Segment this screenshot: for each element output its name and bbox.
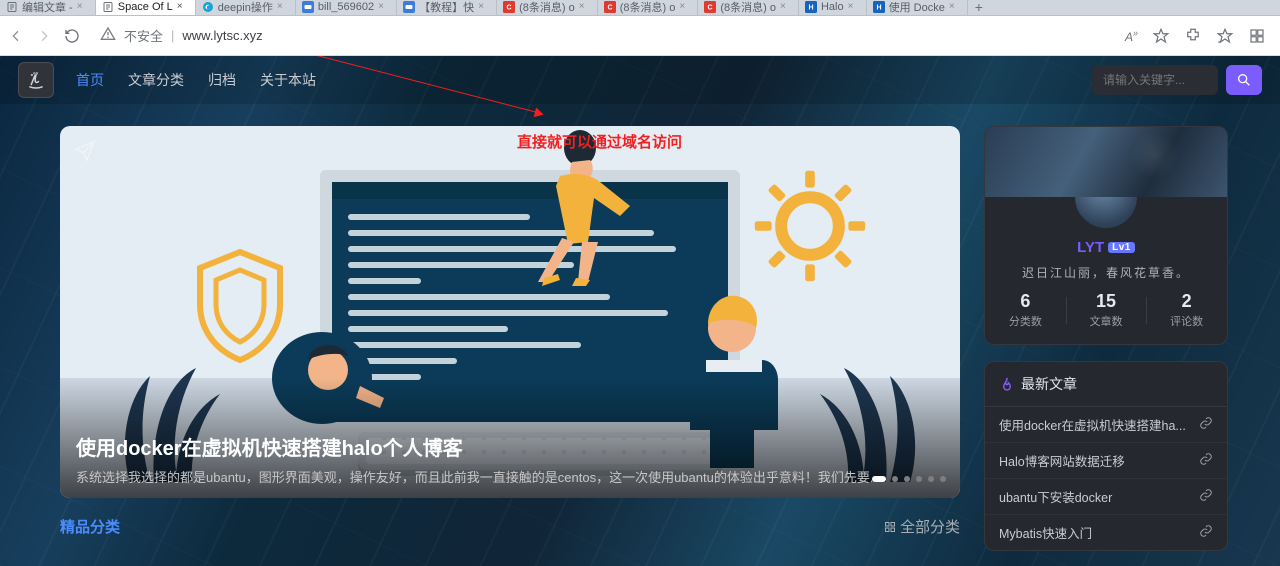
- tab-favicon: [202, 1, 214, 13]
- browser-tab[interactable]: H 使用 Docke ×: [867, 0, 968, 15]
- tab-favicon: C: [704, 1, 716, 13]
- latest-posts-title: 最新文章: [985, 362, 1227, 407]
- site-logo[interactable]: [18, 62, 54, 98]
- nav-links: 首页 文章分类 归档 关于本站: [76, 70, 316, 90]
- tab-favicon: C: [604, 1, 616, 13]
- tab-close-icon[interactable]: ×: [177, 2, 187, 12]
- browser-tab[interactable]: H Halo ×: [799, 0, 867, 15]
- svg-text:C: C: [607, 5, 612, 12]
- flame-icon: [999, 376, 1015, 392]
- tab-close-icon[interactable]: ×: [478, 2, 488, 12]
- url-box[interactable]: 不安全 | www.lytsc.xyz: [88, 22, 1117, 50]
- svg-text:H: H: [876, 5, 881, 12]
- svg-text:H: H: [808, 5, 813, 12]
- svg-text:C: C: [507, 5, 512, 12]
- extensions-icon[interactable]: [1184, 27, 1202, 45]
- tab-close-icon[interactable]: ×: [848, 2, 858, 12]
- tab-title: bill_569602: [318, 1, 374, 13]
- tab-close-icon[interactable]: ×: [378, 2, 388, 12]
- latest-posts-card: 最新文章 使用docker在虚拟机快速搭建ha...Halo博客网站数据迁移ub…: [984, 361, 1228, 551]
- tab-favicon: [6, 1, 18, 13]
- tab-title: 【教程】快: [419, 0, 474, 15]
- tab-title: (8条消息) o: [720, 0, 776, 15]
- level-badge: Lv1: [1108, 242, 1135, 253]
- profile-stat: 6分类数: [985, 291, 1066, 330]
- refresh-icon[interactable]: [64, 28, 80, 44]
- tab-favicon: H: [873, 1, 885, 13]
- search-button[interactable]: [1226, 65, 1262, 95]
- tab-favicon: H: [805, 1, 817, 13]
- profile-card: LYTLv1 迟日江山丽，春风花草香。 6分类数15文章数2评论数: [984, 126, 1228, 345]
- favorites-list-icon[interactable]: [1216, 27, 1234, 45]
- nav-link[interactable]: 归档: [208, 70, 236, 90]
- link-icon: [1199, 488, 1213, 505]
- insecure-icon: [100, 26, 116, 45]
- favorite-icon[interactable]: [1152, 27, 1170, 45]
- tab-close-icon[interactable]: ×: [780, 2, 790, 12]
- hero-title: 使用docker在虚拟机快速搭建halo个人博客: [76, 432, 944, 461]
- profile-name: LYTLv1: [985, 239, 1227, 256]
- browser-tab[interactable]: 【教程】快 ×: [397, 0, 497, 15]
- insecure-label: 不安全: [124, 26, 163, 45]
- browser-tab[interactable]: C (8条消息) o ×: [497, 0, 598, 15]
- profile-stat: 15文章数: [1066, 291, 1147, 330]
- tab-favicon: C: [503, 1, 515, 13]
- browser-tab[interactable]: bill_569602 ×: [296, 0, 397, 15]
- profile-stat: 2评论数: [1146, 291, 1227, 330]
- hero-carousel[interactable]: 使用docker在虚拟机快速搭建halo个人博客 系统选择我选择的都是ubant…: [60, 126, 960, 498]
- nav-link[interactable]: 文章分类: [128, 70, 184, 90]
- forward-icon[interactable]: [36, 28, 52, 44]
- tab-title: deepin操作: [218, 0, 273, 15]
- browser-tab[interactable]: Space Of L ×: [96, 0, 196, 15]
- link-icon: [1199, 524, 1213, 541]
- browser-tab[interactable]: deepin操作 ×: [196, 0, 296, 15]
- nav-link[interactable]: 首页: [76, 70, 104, 90]
- hero-desc: 系统选择我选择的都是ubantu，图形界面美观，操作友好，而且此前我一直接触的是…: [76, 467, 944, 486]
- profile-tagline: 迟日江山丽，春风花草香。: [985, 264, 1227, 281]
- tab-favicon: [102, 1, 114, 13]
- list-item[interactable]: Mybatis快速入门: [985, 515, 1227, 550]
- browser-tab[interactable]: C (8条消息) o×: [598, 0, 699, 15]
- tab-title: (8条消息) o: [519, 0, 575, 15]
- address-bar: 不安全 | www.lytsc.xyz A»: [0, 16, 1280, 56]
- new-tab-button[interactable]: +: [968, 0, 990, 15]
- tab-close-icon[interactable]: ×: [949, 2, 959, 12]
- tab-title: 编辑文章 -: [22, 0, 73, 15]
- browser-tab[interactable]: 编辑文章 - ×: [0, 0, 96, 15]
- featured-title: 精品分类: [60, 516, 120, 537]
- tab-close-icon[interactable]: ×: [77, 2, 87, 12]
- tab-title: (8条消息) o: [620, 0, 676, 15]
- svg-text:C: C: [708, 5, 713, 12]
- annotation-text: 直接就可以通过域名访问: [517, 131, 682, 152]
- list-item[interactable]: 使用docker在虚拟机快速搭建ha...: [985, 407, 1227, 443]
- list-item[interactable]: Halo博客网站数据迁移: [985, 443, 1227, 479]
- site-top-nav: 首页 文章分类 归档 关于本站: [0, 56, 1280, 104]
- read-aloud-icon[interactable]: A»: [1125, 28, 1138, 44]
- nav-link[interactable]: 关于本站: [260, 70, 316, 90]
- tab-title: Halo: [821, 1, 844, 13]
- featured-all-link[interactable]: 全部分类: [884, 516, 960, 537]
- link-icon: [1199, 416, 1213, 433]
- tab-title: 使用 Docke: [889, 0, 945, 15]
- search-input[interactable]: [1092, 65, 1218, 95]
- carousel-dots[interactable]: [872, 476, 946, 482]
- link-icon: [1199, 452, 1213, 469]
- profile-cover: [985, 127, 1227, 197]
- tab-close-icon[interactable]: ×: [579, 2, 589, 12]
- tab-close-icon[interactable]: ×: [277, 2, 287, 12]
- tabs-bar: 编辑文章 -×Space Of L×deepin操作×bill_569602×【…: [0, 0, 1280, 16]
- share-icon[interactable]: [74, 140, 96, 167]
- tab-favicon: [403, 1, 415, 13]
- tab-title: Space Of L: [118, 1, 173, 13]
- url-domain: www.lytsc.xyz: [182, 28, 262, 43]
- back-icon[interactable]: [8, 28, 24, 44]
- tab-favicon: [302, 1, 314, 13]
- list-item[interactable]: ubantu下安装docker: [985, 479, 1227, 515]
- tab-close-icon[interactable]: ×: [679, 2, 689, 12]
- collections-icon[interactable]: [1248, 27, 1266, 45]
- browser-tab[interactable]: C (8条消息) o ×: [698, 0, 799, 15]
